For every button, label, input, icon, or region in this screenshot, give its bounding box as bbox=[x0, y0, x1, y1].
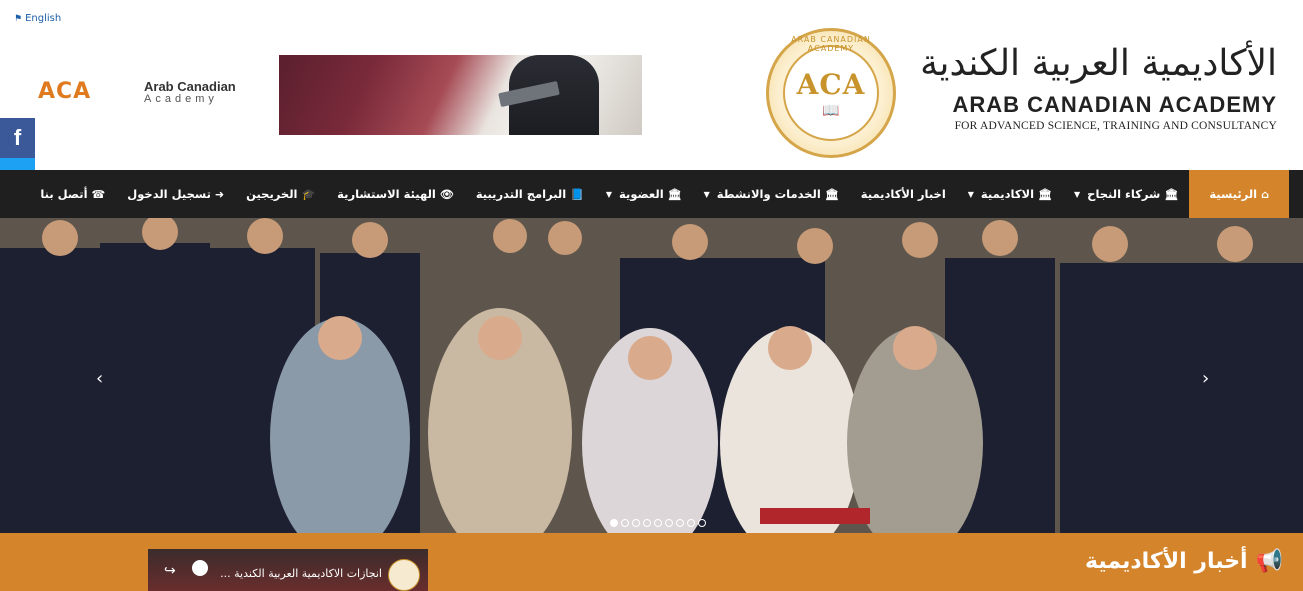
nav-item-home[interactable]: ⌂ الرئيسية bbox=[1189, 170, 1289, 218]
slider-photo bbox=[0, 218, 1303, 533]
video-embed[interactable]: انجازات الاكاديمية العربية الكندية ... ↪ bbox=[148, 549, 428, 591]
seal-ring-text: ARAB CANADIAN ACADEMY bbox=[791, 35, 871, 53]
main-nav: ⌂ الرئيسية 🏛 شركاء النجاح ▼ 🏛 الاكاديمية ▼ اخ… bbox=[0, 170, 1303, 218]
banner-logo-sub1: Arab Canadian bbox=[144, 79, 236, 94]
slider-dot[interactable] bbox=[654, 519, 662, 527]
chevron-down-icon: ▼ bbox=[703, 189, 710, 199]
home-icon: ⌂ bbox=[1261, 187, 1269, 201]
seal-acronym: ACA bbox=[796, 67, 866, 101]
brand-tagline: FOR ADVANCED SCIENCE, TRAINING AND CONSU… bbox=[954, 120, 1277, 132]
hero-slider[interactable]: ‹ › bbox=[0, 218, 1303, 533]
slider-dot[interactable] bbox=[676, 519, 684, 527]
nav-item-membership[interactable]: 🏛 العضوية ▼ bbox=[595, 170, 693, 218]
header-banner[interactable]: ACA Arab Canadian Academy bbox=[34, 55, 642, 135]
brand-block: الأكاديمية العربية الكندية ARAB CANADIAN… bbox=[917, 40, 1277, 132]
slider-dot[interactable] bbox=[687, 519, 695, 527]
channel-avatar[interactable] bbox=[388, 559, 420, 591]
nav-item-advisory[interactable]: 👁 الهيئة الاستشارية bbox=[326, 170, 465, 218]
academy-seal-logo[interactable]: ARAB CANADIAN ACADEMY ACA 📖 bbox=[766, 28, 896, 158]
open-book-icon: 📖 bbox=[822, 102, 840, 119]
institution-icon: 🏛 bbox=[1164, 187, 1179, 201]
nav-item-label: الخريجين bbox=[246, 187, 298, 201]
page: ⚑ English ACA Arab Canadian Academy ARAB… bbox=[0, 0, 1303, 591]
nav-item-graduates[interactable]: 🎓 الخريجين bbox=[235, 170, 326, 218]
sign-in-icon: ➜ bbox=[214, 187, 225, 201]
video-title[interactable]: انجازات الاكاديمية العربية الكندية ... bbox=[220, 567, 382, 580]
brand-english-name: ARAB CANADIAN ACADEMY bbox=[952, 92, 1277, 117]
nav-item-label: اخبار الأكاديمية bbox=[860, 187, 946, 201]
nav-item-academy[interactable]: 🏛 الاكاديمية ▼ bbox=[957, 170, 1063, 218]
language-link[interactable]: ⚑ English bbox=[14, 13, 61, 24]
slider-next-arrow[interactable]: › bbox=[1202, 368, 1209, 389]
nav-item-news[interactable]: اخبار الأكاديمية bbox=[850, 170, 957, 218]
chevron-down-icon: ▼ bbox=[1074, 189, 1081, 199]
facebook-icon[interactable]: f bbox=[0, 118, 35, 158]
nav-item-label: البرامج التدريبية bbox=[475, 187, 567, 201]
nav-item-label: الرئيسية bbox=[1209, 187, 1258, 201]
nav-item-label: أتصل بنا bbox=[40, 187, 88, 201]
nav-list: ⌂ الرئيسية 🏛 شركاء النجاح ▼ 🏛 الاكاديمية ▼ اخ… bbox=[0, 170, 1303, 218]
banner-logo-sub2: Academy bbox=[144, 93, 218, 105]
nav-item-programs[interactable]: 📘 البرامج التدريبية bbox=[465, 170, 595, 218]
nav-item-label: الخدمات والانشطة bbox=[716, 187, 821, 201]
slider-dot[interactable] bbox=[632, 519, 640, 527]
seal-inner: ACA 📖 bbox=[783, 45, 879, 141]
graduation-cap-icon: 🎓 bbox=[301, 187, 316, 201]
nav-item-label: تسجيل الدخول bbox=[127, 187, 211, 201]
megaphone-icon: 📢 bbox=[1255, 549, 1283, 574]
watch-later-icon[interactable] bbox=[192, 560, 208, 576]
institution-icon: 🏛 bbox=[1038, 187, 1052, 201]
nav-item-label: الهيئة الاستشارية bbox=[337, 187, 436, 201]
brand-arabic-name: الأكاديمية العربية الكندية bbox=[920, 43, 1277, 84]
slider-dot[interactable] bbox=[621, 519, 629, 527]
nav-item-partners[interactable]: 🏛 شركاء النجاح ▼ bbox=[1063, 170, 1189, 218]
eye-icon: 👁 bbox=[439, 187, 454, 201]
language-label: English bbox=[25, 13, 62, 24]
news-section-title: 📢 أخبار الأكاديمية bbox=[1085, 549, 1283, 574]
globe-icon: ⚑ bbox=[14, 13, 23, 24]
banner-photo bbox=[279, 55, 642, 135]
nav-item-contact[interactable]: ☎ أتصل بنا bbox=[29, 170, 116, 218]
nav-item-services[interactable]: 🏛 الخدمات والانشطة ▼ bbox=[693, 170, 850, 218]
institution-icon: 🏛 bbox=[667, 187, 682, 201]
slider-dot[interactable] bbox=[610, 519, 618, 527]
slider-dots bbox=[610, 519, 706, 527]
slider-dot[interactable] bbox=[665, 519, 673, 527]
banner-logo-text: ACA bbox=[38, 79, 92, 104]
news-title-text: أخبار الأكاديمية bbox=[1085, 549, 1248, 574]
chevron-down-icon: ▼ bbox=[967, 189, 974, 199]
nav-item-label: العضوية bbox=[619, 187, 664, 201]
nav-item-label: الاكاديمية bbox=[980, 187, 1035, 201]
slider-dot[interactable] bbox=[698, 519, 706, 527]
chevron-down-icon: ▼ bbox=[605, 189, 613, 199]
institution-icon: 🏛 bbox=[824, 187, 839, 201]
slider-dot[interactable] bbox=[643, 519, 651, 527]
nav-item-label: شركاء النجاح bbox=[1087, 187, 1161, 201]
nav-item-login[interactable]: ➜ تسجيل الدخول bbox=[116, 170, 235, 218]
share-icon[interactable]: ↪ bbox=[164, 563, 176, 579]
phone-icon: ☎ bbox=[91, 187, 106, 201]
slider-prev-arrow[interactable]: ‹ bbox=[96, 368, 103, 389]
book-icon: 📘 bbox=[570, 187, 584, 201]
